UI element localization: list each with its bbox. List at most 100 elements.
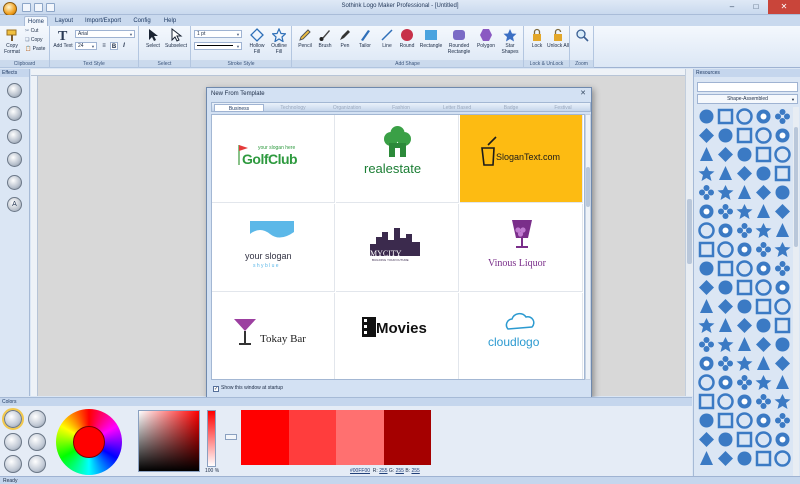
- template-tile-tokay-bar[interactable]: Tokay Bar: [212, 293, 335, 379]
- library-shape[interactable]: [716, 354, 735, 373]
- hollow-fill-button[interactable]: Hollow Fill: [246, 28, 268, 55]
- library-shape[interactable]: [773, 335, 791, 354]
- library-shape[interactable]: [773, 145, 791, 164]
- library-shape[interactable]: [754, 392, 773, 411]
- effect-reflection-button[interactable]: [7, 175, 22, 190]
- library-shape[interactable]: [716, 411, 735, 430]
- library-shape[interactable]: [716, 449, 735, 468]
- align-icon[interactable]: ≡: [100, 42, 108, 50]
- library-shape[interactable]: [716, 202, 735, 221]
- library-shape[interactable]: [697, 221, 716, 240]
- color-swatch[interactable]: [288, 410, 336, 465]
- library-shape[interactable]: [716, 278, 735, 297]
- library-shape[interactable]: [697, 183, 716, 202]
- tab-technology[interactable]: Technology: [268, 104, 318, 112]
- library-shape[interactable]: [773, 430, 791, 449]
- library-shape[interactable]: [773, 259, 791, 278]
- library-shape[interactable]: [754, 107, 773, 126]
- library-shape[interactable]: [754, 449, 773, 468]
- color-wheel[interactable]: [56, 409, 122, 475]
- library-shape[interactable]: [754, 373, 773, 392]
- library-shape[interactable]: [735, 411, 754, 430]
- unlock-all-button[interactable]: Unlock All: [547, 28, 569, 49]
- template-tile-realestate[interactable]: realestate: [336, 115, 459, 203]
- effect-text-button[interactable]: A: [7, 197, 22, 212]
- library-shape[interactable]: [773, 297, 791, 316]
- library-shape[interactable]: [754, 126, 773, 145]
- template-tile-slogantext[interactable]: SloganText.com: [460, 115, 583, 203]
- effect-glow-button[interactable]: [7, 129, 22, 144]
- library-shape[interactable]: [697, 335, 716, 354]
- add-text-button[interactable]: T Add Text: [53, 28, 73, 49]
- hex-value[interactable]: #00FF00: [350, 468, 370, 474]
- color-mode-focal-button[interactable]: [28, 433, 46, 451]
- library-shape[interactable]: [716, 430, 735, 449]
- library-shape[interactable]: [697, 145, 716, 164]
- copy-format-button[interactable]: Copy Format: [2, 28, 22, 55]
- library-shape[interactable]: [773, 373, 791, 392]
- resources-search-input[interactable]: [697, 82, 798, 92]
- library-shape[interactable]: [754, 183, 773, 202]
- effect-gradient-button[interactable]: [7, 152, 22, 167]
- library-shape[interactable]: [735, 259, 754, 278]
- library-shape[interactable]: [754, 240, 773, 259]
- library-shape[interactable]: [754, 297, 773, 316]
- library-shape[interactable]: [773, 126, 791, 145]
- library-shape[interactable]: [735, 354, 754, 373]
- pencil-button[interactable]: Pencil: [295, 28, 315, 49]
- library-shape[interactable]: [773, 354, 791, 373]
- round-button[interactable]: Round: [396, 28, 418, 49]
- close-icon[interactable]: ✕: [768, 0, 800, 14]
- saturation-brightness-picker[interactable]: [138, 410, 200, 472]
- color-mode-solid-button[interactable]: [2, 408, 24, 430]
- cut-button[interactable]: ✂ Cut: [25, 28, 38, 35]
- library-shape[interactable]: [697, 354, 716, 373]
- template-tile-mycity[interactable]: MYCITY BUILDING YOUR FUTURE: [336, 204, 459, 292]
- library-shape[interactable]: [735, 240, 754, 259]
- tab-badge[interactable]: Badge: [488, 104, 534, 112]
- library-shape[interactable]: [697, 449, 716, 468]
- library-shape[interactable]: [773, 316, 791, 335]
- library-shape[interactable]: [716, 126, 735, 145]
- rectangle-button[interactable]: Rectangle: [418, 28, 444, 49]
- color-mode-radial-button[interactable]: [4, 433, 22, 451]
- star-shapes-button[interactable]: Star Shapes: [498, 28, 522, 55]
- tab-import-export[interactable]: Import/Export: [82, 16, 124, 26]
- library-shape[interactable]: [773, 183, 791, 202]
- r-value[interactable]: 255: [379, 468, 387, 474]
- library-shape[interactable]: [735, 449, 754, 468]
- lock-button[interactable]: Lock: [527, 28, 547, 49]
- library-shape[interactable]: [754, 202, 773, 221]
- swatch-add-button[interactable]: [225, 434, 237, 440]
- library-shape[interactable]: [754, 335, 773, 354]
- library-shape[interactable]: [773, 107, 791, 126]
- library-shape[interactable]: [773, 449, 791, 468]
- resources-scrollbar[interactable]: [793, 107, 799, 476]
- library-shape[interactable]: [716, 183, 735, 202]
- library-shape[interactable]: [773, 164, 791, 183]
- library-shape[interactable]: [735, 126, 754, 145]
- library-shape[interactable]: [735, 335, 754, 354]
- outline-fill-button[interactable]: Outline Fill: [268, 28, 290, 55]
- library-shape[interactable]: [697, 107, 716, 126]
- font-family-select[interactable]: Arial ▼: [75, 30, 135, 38]
- select-button[interactable]: Select: [143, 28, 163, 49]
- library-shape[interactable]: [716, 164, 735, 183]
- color-swatch[interactable]: [336, 410, 384, 465]
- minimize-icon[interactable]: –: [720, 0, 744, 14]
- library-shape[interactable]: [735, 107, 754, 126]
- color-swatch[interactable]: [241, 410, 289, 465]
- library-shape[interactable]: [716, 316, 735, 335]
- library-shape[interactable]: [773, 221, 791, 240]
- library-shape[interactable]: [735, 183, 754, 202]
- rounded-rectangle-button[interactable]: Rounded Rectangle: [444, 28, 474, 55]
- library-shape[interactable]: [773, 411, 791, 430]
- library-shape[interactable]: [716, 392, 735, 411]
- library-shape[interactable]: [735, 430, 754, 449]
- library-shape[interactable]: [773, 202, 791, 221]
- stroke-width-select[interactable]: 1 pt ▼: [194, 30, 242, 38]
- tab-layout[interactable]: Layout: [52, 16, 76, 26]
- library-shape[interactable]: [697, 430, 716, 449]
- library-shape[interactable]: [716, 373, 735, 392]
- library-shape[interactable]: [697, 164, 716, 183]
